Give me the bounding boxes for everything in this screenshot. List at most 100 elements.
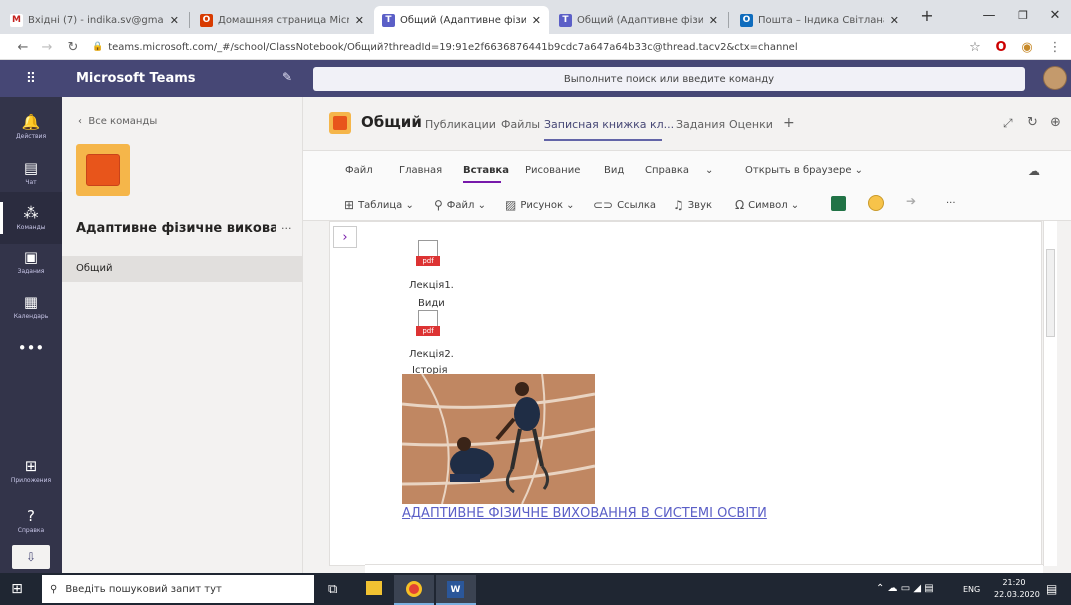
athletes-photo[interactable] xyxy=(402,374,595,504)
new-chat-icon[interactable]: ✎ xyxy=(282,70,292,84)
forms-icon[interactable] xyxy=(831,196,846,211)
close-icon[interactable]: ✕ xyxy=(890,14,899,27)
page-vscrollbar[interactable] xyxy=(1043,221,1057,566)
ribbon-tab-view[interactable]: Вид xyxy=(604,165,624,176)
ribbon-tab-insert[interactable]: Вставка xyxy=(463,165,509,176)
omega-icon: Ω xyxy=(735,198,745,212)
ribbon-more-button[interactable]: ··· xyxy=(946,198,956,209)
minimize-button[interactable]: — xyxy=(972,4,1006,26)
taskbar-clock[interactable]: 21:20 22.03.2020 xyxy=(994,577,1040,601)
task-view-icon[interactable]: ⧉ xyxy=(328,582,337,597)
insert-file-button[interactable]: ⚲ Файл ⌄ xyxy=(434,198,486,212)
all-teams-link[interactable]: ‹ Все команды xyxy=(78,116,157,127)
insert-link-button[interactable]: ⊂⊃ Ссылка xyxy=(593,198,656,212)
opera-icon[interactable]: O xyxy=(992,38,1010,56)
insert-table-button[interactable]: ⊞ Таблица ⌄ xyxy=(344,198,414,212)
avatar[interactable] xyxy=(1043,66,1067,90)
tab-class-notebook[interactable]: Записная книжка кл... xyxy=(544,118,674,131)
pdf-file-icon[interactable]: pdf xyxy=(414,310,442,342)
reload-icon[interactable]: ↻ xyxy=(64,38,82,56)
expand-nav-button[interactable]: › xyxy=(333,226,357,248)
team-name: Адаптивне фізичне викова... xyxy=(76,221,276,236)
windows-start-icon[interactable]: ⊞ xyxy=(8,580,26,598)
browser-menu-icon[interactable]: ⋮ xyxy=(1046,38,1064,56)
taskbar-search-input[interactable]: ⚲ Введіть пошуковий запит тут xyxy=(42,575,314,603)
embed-icon[interactable]: ➔ xyxy=(906,194,916,208)
taskbar-word[interactable]: W xyxy=(436,575,476,605)
ribbon-tab-file[interactable]: Файл xyxy=(345,165,373,176)
rail-label: Приложения xyxy=(10,477,52,484)
insert-picture-button[interactable]: ▨ Рисунок ⌄ xyxy=(505,198,575,212)
browser-tab-outlook[interactable]: O Пошта – Індика Світлана – О ✕ xyxy=(732,6,907,34)
tab-assignments[interactable]: Задания xyxy=(676,118,725,131)
emoji-icon[interactable] xyxy=(868,195,884,211)
tray-icons[interactable]: ⌃ ☁ ▭ ◢ ▤ xyxy=(876,583,934,594)
forward-icon[interactable]: → xyxy=(38,38,56,56)
team-avatar-tile xyxy=(86,154,120,186)
back-icon[interactable]: ← xyxy=(14,38,32,56)
add-tab-button[interactable]: + xyxy=(783,115,795,131)
rail-label: Справка xyxy=(17,527,45,534)
rail-item-help[interactable]: ? Справка xyxy=(0,495,62,547)
new-tab-button[interactable]: + xyxy=(910,4,944,26)
browser-tab-teams-active[interactable]: T Общий (Адаптивне фізичне ✕ xyxy=(374,6,549,34)
file-name: Лекція2. xyxy=(409,349,454,360)
app-launcher-icon[interactable]: ⠿ xyxy=(20,70,42,88)
apps-icon: ⊞ xyxy=(24,457,38,475)
restore-button[interactable]: ❐ xyxy=(1006,4,1040,26)
comment-icon[interactable]: ☁ xyxy=(1028,164,1040,178)
rail-item-more[interactable]: ••• xyxy=(0,323,62,375)
pdf-file-icon[interactable]: pdf xyxy=(414,240,442,272)
more-icon: ••• xyxy=(17,338,45,357)
rail-item-apps[interactable]: ⊞ Приложения xyxy=(0,445,62,497)
team-more-button[interactable]: ··· xyxy=(281,222,292,235)
ribbon-tab-home[interactable]: Главная xyxy=(399,165,442,176)
ribbon-tab-draw[interactable]: Рисование xyxy=(525,165,580,176)
insert-audio-button[interactable]: ♫ Звук xyxy=(673,198,712,212)
ribbon-expand-chevron[interactable]: ⌄ xyxy=(705,165,713,176)
close-icon[interactable]: ✕ xyxy=(355,14,364,27)
word-icon: W xyxy=(447,581,464,598)
close-icon[interactable]: ✕ xyxy=(709,14,718,27)
file-explorer-icon[interactable] xyxy=(366,581,382,595)
teams-icon: T xyxy=(559,13,572,27)
page-hscrollbar[interactable] xyxy=(365,564,1043,573)
close-icon[interactable]: ✕ xyxy=(170,14,179,27)
file-name: Лекція1. xyxy=(409,280,454,291)
picture-icon: ▨ xyxy=(505,198,517,212)
tab-grades[interactable]: Оценки xyxy=(729,118,773,131)
channel-title: Общий xyxy=(361,113,422,131)
tab-posts[interactable]: Публикации xyxy=(425,118,496,131)
address-bar[interactable]: 🔒 teams.microsoft.com/_#/school/ClassNot… xyxy=(92,38,952,56)
help-icon: ? xyxy=(27,507,35,525)
search-input[interactable]: Выполните поиск или введите команду xyxy=(313,67,1025,91)
rail-label: Календарь xyxy=(13,313,49,320)
document-link[interactable]: АДАПТИВНЕ ФІЗИЧНЕ ВИХОВАННЯ В СИСТЕМІ ОС… xyxy=(402,506,767,521)
notifications-icon[interactable]: ▤ xyxy=(1046,582,1057,596)
taskbar-chrome[interactable] xyxy=(394,575,434,605)
teams-icon: T xyxy=(382,13,395,27)
channel-team-icon xyxy=(329,112,351,134)
browser-tab-gmail[interactable]: M Вхідні (7) - indika.sv@gmail.co ✕ xyxy=(2,6,187,34)
close-icon[interactable]: ✕ xyxy=(532,14,541,27)
star-icon[interactable]: ☆ xyxy=(966,38,984,56)
browser-tab-office[interactable]: O Домашняя страница Microsoft ✕ xyxy=(192,6,372,34)
expand-icon[interactable]: ⤢ xyxy=(1003,116,1013,131)
globe-icon[interactable]: ⊕ xyxy=(1050,115,1061,130)
channel-item-general[interactable]: Общий xyxy=(62,256,303,282)
close-window-button[interactable]: ✕ xyxy=(1038,4,1071,26)
tab-active-underline xyxy=(544,139,662,141)
open-in-browser-button[interactable]: Открыть в браузере ⌄ xyxy=(745,165,863,176)
download-app-button[interactable]: ⇩ xyxy=(12,545,50,569)
browser-tab-teams[interactable]: T Общий (Адаптивне фізичне ✕ xyxy=(551,6,726,34)
refresh-icon[interactable]: ↻ xyxy=(1027,115,1038,130)
tab-files[interactable]: Файлы xyxy=(501,118,540,131)
extension-icon[interactable]: ◉ xyxy=(1018,38,1036,56)
ribbon-tab-help[interactable]: Справка xyxy=(645,165,689,176)
vscroll-thumb[interactable] xyxy=(1046,249,1055,337)
table-icon: ⊞ xyxy=(344,198,355,212)
rail-item-bell[interactable]: 🔔 Действия xyxy=(0,101,62,153)
language-indicator[interactable]: ENG xyxy=(963,585,980,594)
insert-symbol-button[interactable]: Ω Символ ⌄ xyxy=(735,198,799,212)
lock-icon: 🔒 xyxy=(92,42,104,52)
